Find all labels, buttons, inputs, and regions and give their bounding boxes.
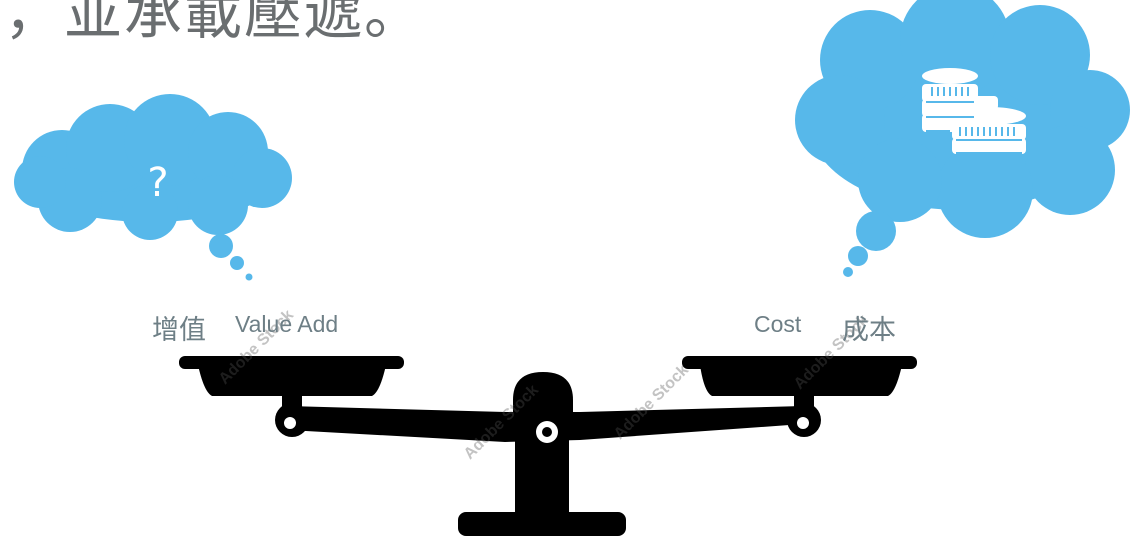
- page-title: ，並承載壓遞。: [4, 0, 425, 47]
- label-value-add-cn: 增值: [152, 315, 206, 346]
- question-mark-icon: ?: [147, 160, 169, 206]
- left-thought-bubbles: [209, 234, 253, 281]
- diagram: Adobe Stock Adobe Stock Adobe Stock Adob…: [0, 0, 1130, 536]
- label-cost-cn: 成本: [842, 315, 896, 346]
- pivot-center: [542, 427, 552, 437]
- right-thought-bubbles: [843, 211, 896, 277]
- diagram-graphics: Adobe Stock Adobe Stock Adobe Stock Adob…: [14, 0, 1130, 536]
- label-value-add-en: Value Add: [235, 311, 339, 337]
- label-cost-en: Cost: [754, 311, 802, 337]
